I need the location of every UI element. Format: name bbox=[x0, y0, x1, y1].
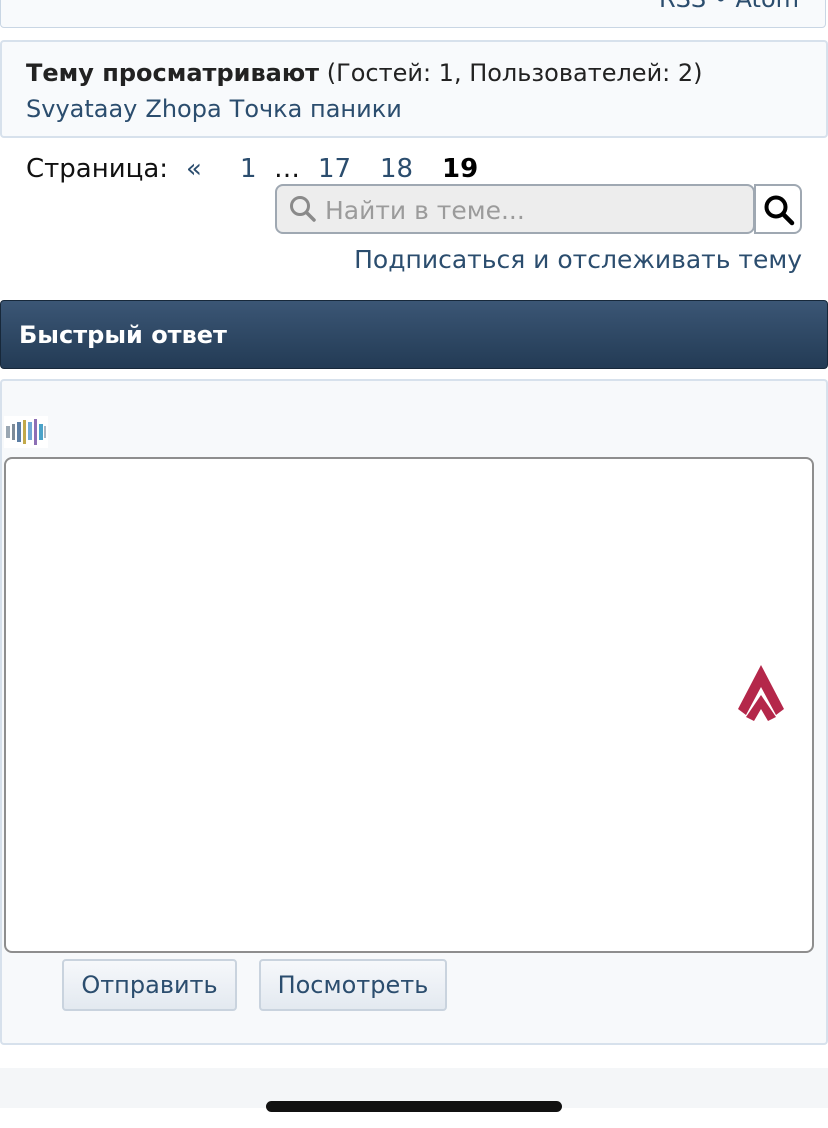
scroll-to-top-icon[interactable] bbox=[736, 665, 786, 721]
quick-reply-header: Быстрый ответ bbox=[0, 300, 828, 369]
pagination-page-link[interactable]: 18 bbox=[380, 150, 413, 188]
feed-separator: • bbox=[714, 0, 728, 13]
submit-button[interactable]: Отправить bbox=[62, 959, 237, 1011]
pagination-label: Страница: bbox=[26, 154, 169, 184]
reply-textarea[interactable] bbox=[4, 457, 814, 953]
viewer-user-link[interactable]: Точка паники bbox=[230, 95, 402, 123]
pagination-ellipsis: … bbox=[274, 154, 300, 184]
page: RSS • Atom Тему просматривают (Гостей: 1… bbox=[0, 0, 828, 1128]
pagination-page-link[interactable]: 1 bbox=[240, 150, 257, 188]
preview-button[interactable]: Посмотреть bbox=[259, 959, 447, 1011]
viewer-user-link[interactable]: Svyataay bbox=[26, 95, 137, 123]
feeds-block: RSS • Atom bbox=[0, 0, 826, 28]
captcha-image bbox=[4, 416, 48, 448]
viewers-heading: Тему просматривают (Гостей: 1, Пользоват… bbox=[26, 56, 802, 90]
rss-link[interactable]: RSS bbox=[659, 0, 706, 13]
viewers-counts: (Гостей: 1, Пользователей: 2) bbox=[326, 59, 703, 87]
feed-links: RSS • Atom bbox=[659, 0, 799, 11]
home-indicator[interactable] bbox=[266, 1101, 562, 1112]
search-button[interactable] bbox=[754, 184, 802, 234]
viewers-user-list: Svyataay Zhopa Точка паники bbox=[26, 92, 802, 126]
quick-reply-form: Отправить Посмотреть bbox=[0, 379, 828, 1045]
subscribe-link[interactable]: Подписаться и отслеживать тему bbox=[354, 244, 802, 276]
viewers-title: Тему просматривают bbox=[26, 59, 320, 87]
viewer-user-link[interactable]: Zhopa bbox=[145, 95, 221, 123]
search-box bbox=[275, 184, 755, 234]
pagination-current-page: 19 bbox=[442, 154, 479, 184]
viewers-block: Тему просматривают (Гостей: 1, Пользоват… bbox=[0, 40, 828, 138]
search-icon bbox=[764, 195, 795, 226]
pagination-page-link[interactable]: 17 bbox=[318, 150, 351, 188]
search-icon bbox=[290, 196, 316, 222]
quick-reply-title: Быстрый ответ bbox=[19, 321, 227, 349]
atom-link[interactable]: Atom bbox=[736, 0, 799, 13]
pagination-prev[interactable]: « bbox=[186, 150, 202, 188]
search-input[interactable] bbox=[323, 186, 747, 234]
